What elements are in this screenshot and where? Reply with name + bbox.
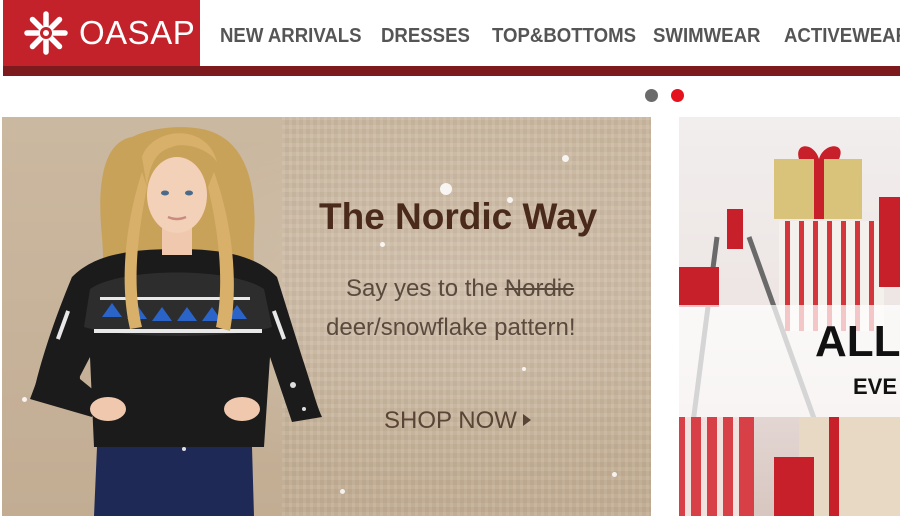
subtitle-prefix: Say yes to the — [346, 275, 505, 302]
carousel-dot-1[interactable] — [645, 89, 658, 102]
snowflake-dot — [562, 155, 569, 162]
side-banner-headline: ALL U — [815, 317, 900, 366]
header-divider-bar — [3, 66, 900, 76]
banner-title: The Nordic Way — [319, 196, 598, 237]
oasap-logo[interactable]: OASAP — [3, 0, 200, 66]
snowflake-logo-icon — [24, 11, 68, 55]
snowflake-dot — [380, 242, 385, 247]
main-nav: NEW ARRIVALS DRESSES TOP&BOTTOMS SWIMWEA… — [200, 0, 900, 66]
nav-item-swimwear[interactable]: SWIMWEAR — [653, 24, 760, 48]
shop-now-label: SHOP NOW — [384, 407, 517, 434]
snowflake-dot — [507, 197, 513, 203]
snowflake-dot — [612, 472, 617, 477]
snowflake-dot — [22, 397, 27, 402]
nav-item-activewear[interactable]: ACTIVEWEAR — [784, 24, 900, 48]
snowflake-dot — [440, 183, 452, 195]
nordic-way-banner[interactable]: The Nordic Way Say yes to the Nordic dee… — [2, 117, 651, 516]
side-banner-subline: EVE — [853, 374, 898, 399]
nav-item-dresses[interactable]: DRESSES — [381, 24, 470, 48]
carousel-dot-2-active[interactable] — [671, 89, 684, 102]
snowflake-dot — [182, 447, 186, 451]
play-arrow-icon — [522, 414, 531, 426]
holiday-gifts-banner[interactable]: ALL U EVE — [679, 117, 900, 516]
snowflake-dot — [290, 382, 296, 388]
nav-item-top-bottoms[interactable]: TOP&BOTTOMS — [492, 24, 636, 48]
model-in-nordic-sweater-image — [30, 127, 322, 516]
nav-item-new-arrivals[interactable]: NEW ARRIVALS — [220, 24, 362, 48]
snowflake-dot — [340, 489, 345, 494]
site-header: OASAP NEW ARRIVALS DRESSES TOP&BOTTOMS S… — [0, 0, 900, 66]
shop-now-link[interactable]: SHOP NOW — [384, 407, 531, 435]
snowflake-dot — [522, 367, 526, 371]
logo-text: OASAP — [79, 14, 196, 51]
banner-subtitle-line-1: Say yes to the Nordic — [346, 274, 574, 304]
snowflake-dot — [302, 407, 306, 411]
subtitle-struck-word: Nordic — [504, 275, 575, 302]
banner-subtitle-line-2: deer/snowflake pattern! — [326, 314, 576, 341]
